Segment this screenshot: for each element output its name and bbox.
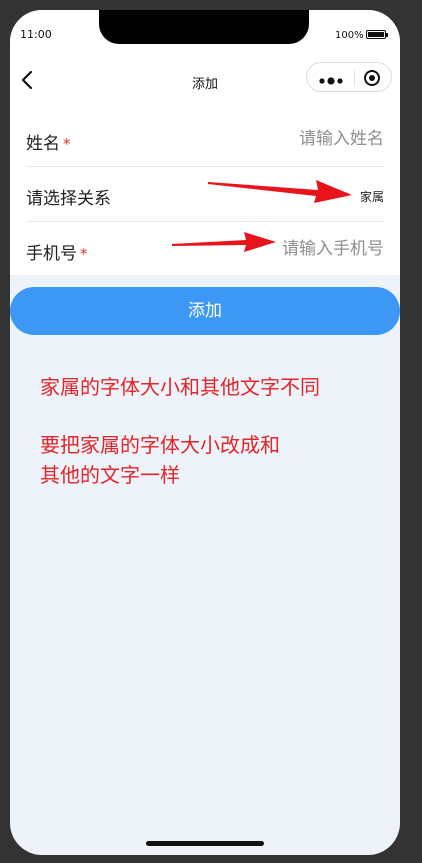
battery-percent: 100% xyxy=(335,30,364,41)
close-miniprogram-icon[interactable] xyxy=(363,69,381,87)
add-button[interactable]: 添加 xyxy=(10,287,400,335)
annotation-note: 其他的文字一样 xyxy=(40,463,180,487)
capsule-divider xyxy=(354,70,355,86)
name-input[interactable] xyxy=(204,125,384,153)
annotation-arrow-icon xyxy=(172,232,276,252)
more-dots-icon[interactable] xyxy=(317,72,347,85)
required-mark: * xyxy=(80,245,88,263)
name-label: 姓名 * xyxy=(26,134,71,154)
name-row: 姓名 * xyxy=(26,112,384,166)
relation-label: 请选择关系 xyxy=(26,189,111,209)
phone-screen: 11:00 100% 添加 姓名* 请选择关系 家属 xyxy=(10,10,400,855)
device-notch xyxy=(99,10,309,44)
mini-program-capsule xyxy=(306,62,392,92)
annotation-arrow-icon xyxy=(208,180,352,203)
home-indicator xyxy=(146,841,264,846)
phone-label: 手机号 * xyxy=(26,244,88,264)
battery-icon xyxy=(366,30,388,39)
annotation-note: 家属的字体大小和其他文字不同 xyxy=(40,375,320,399)
relation-value[interactable]: 家属 xyxy=(360,188,384,205)
status-time: 11:00 xyxy=(20,28,52,41)
required-mark: * xyxy=(63,135,71,153)
annotation-note: 要把家属的字体大小改成和 xyxy=(40,433,280,457)
